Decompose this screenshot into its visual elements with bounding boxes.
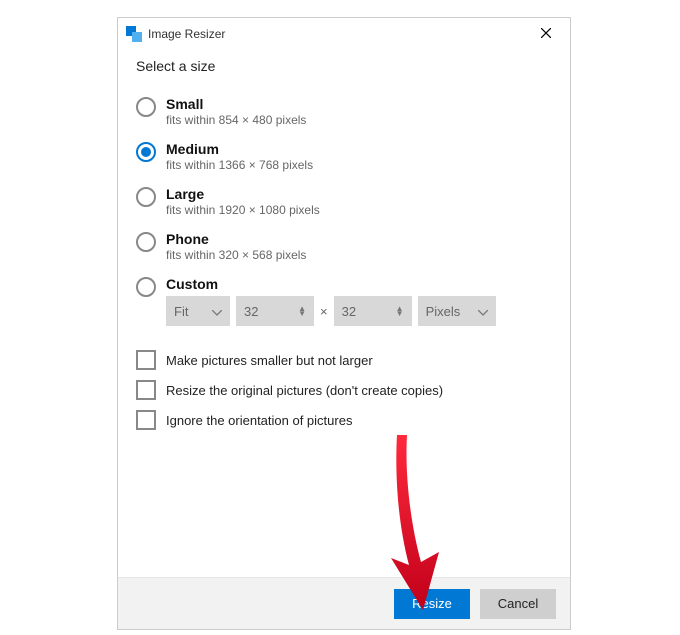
checkbox[interactable] [136, 350, 156, 370]
height-input[interactable]: 32 ▲▼ [334, 296, 412, 326]
option-phone[interactable]: Phone fits within 320 × 568 pixels [136, 231, 552, 262]
image-resizer-dialog: Image Resizer Select a size Small fits w… [117, 17, 571, 630]
option-label: Large [166, 186, 320, 202]
times-symbol: × [320, 304, 328, 319]
radio-phone[interactable] [136, 232, 156, 252]
titlebar: Image Resizer [118, 18, 570, 50]
checkbox[interactable] [136, 380, 156, 400]
option-label: Phone [166, 231, 306, 247]
dialog-title: Image Resizer [148, 27, 225, 41]
option-desc: fits within 1920 × 1080 pixels [166, 203, 320, 217]
resize-button[interactable]: Resize [394, 589, 470, 619]
width-value: 32 [244, 304, 258, 319]
option-label: Custom [166, 276, 496, 292]
check-label: Ignore the orientation of pictures [166, 413, 352, 428]
option-text: Small fits within 854 × 480 pixels [166, 96, 306, 127]
option-large[interactable]: Large fits within 1920 × 1080 pixels [136, 186, 552, 217]
chevron-down-icon [478, 304, 488, 319]
height-value: 32 [342, 304, 356, 319]
option-label: Small [166, 96, 306, 112]
option-label: Medium [166, 141, 313, 157]
option-text: Medium fits within 1366 × 768 pixels [166, 141, 313, 172]
option-small[interactable]: Small fits within 854 × 480 pixels [136, 96, 552, 127]
check-smaller-only[interactable]: Make pictures smaller but not larger [136, 350, 552, 370]
radio-small[interactable] [136, 97, 156, 117]
fit-mode-dropdown[interactable]: Fit [166, 296, 230, 326]
unit-value: Pixels [426, 304, 461, 319]
close-icon [541, 25, 551, 43]
cancel-button[interactable]: Cancel [480, 589, 556, 619]
titlebar-left: Image Resizer [126, 26, 225, 42]
fit-mode-value: Fit [174, 304, 188, 319]
check-label: Make pictures smaller but not larger [166, 353, 373, 368]
check-ignore-orientation[interactable]: Ignore the orientation of pictures [136, 410, 552, 430]
stepper-icon: ▲▼ [298, 306, 306, 316]
unit-dropdown[interactable]: Pixels [418, 296, 496, 326]
width-input[interactable]: 32 ▲▼ [236, 296, 314, 326]
checkbox-group: Make pictures smaller but not larger Res… [136, 350, 552, 430]
dialog-content: Select a size Small fits within 854 × 48… [118, 50, 570, 577]
option-text: Large fits within 1920 × 1080 pixels [166, 186, 320, 217]
option-desc: fits within 320 × 568 pixels [166, 248, 306, 262]
heading: Select a size [136, 58, 552, 74]
option-desc: fits within 854 × 480 pixels [166, 113, 306, 127]
radio-large[interactable] [136, 187, 156, 207]
option-text: Phone fits within 320 × 568 pixels [166, 231, 306, 262]
stepper-icon: ▲▼ [396, 306, 404, 316]
dialog-footer: Resize Cancel [118, 577, 570, 629]
checkbox[interactable] [136, 410, 156, 430]
custom-controls: Fit 32 ▲▼ × 32 ▲▼ Pixels [166, 296, 496, 326]
option-text: Custom Fit 32 ▲▼ × 32 ▲▼ [166, 276, 496, 326]
app-icon [126, 26, 142, 42]
close-button[interactable] [530, 20, 562, 48]
chevron-down-icon [212, 304, 222, 319]
check-resize-original[interactable]: Resize the original pictures (don't crea… [136, 380, 552, 400]
option-medium[interactable]: Medium fits within 1366 × 768 pixels [136, 141, 552, 172]
option-desc: fits within 1366 × 768 pixels [166, 158, 313, 172]
check-label: Resize the original pictures (don't crea… [166, 383, 443, 398]
size-options: Small fits within 854 × 480 pixels Mediu… [136, 96, 552, 326]
radio-custom[interactable] [136, 277, 156, 297]
option-custom[interactable]: Custom Fit 32 ▲▼ × 32 ▲▼ [136, 276, 552, 326]
radio-medium[interactable] [136, 142, 156, 162]
